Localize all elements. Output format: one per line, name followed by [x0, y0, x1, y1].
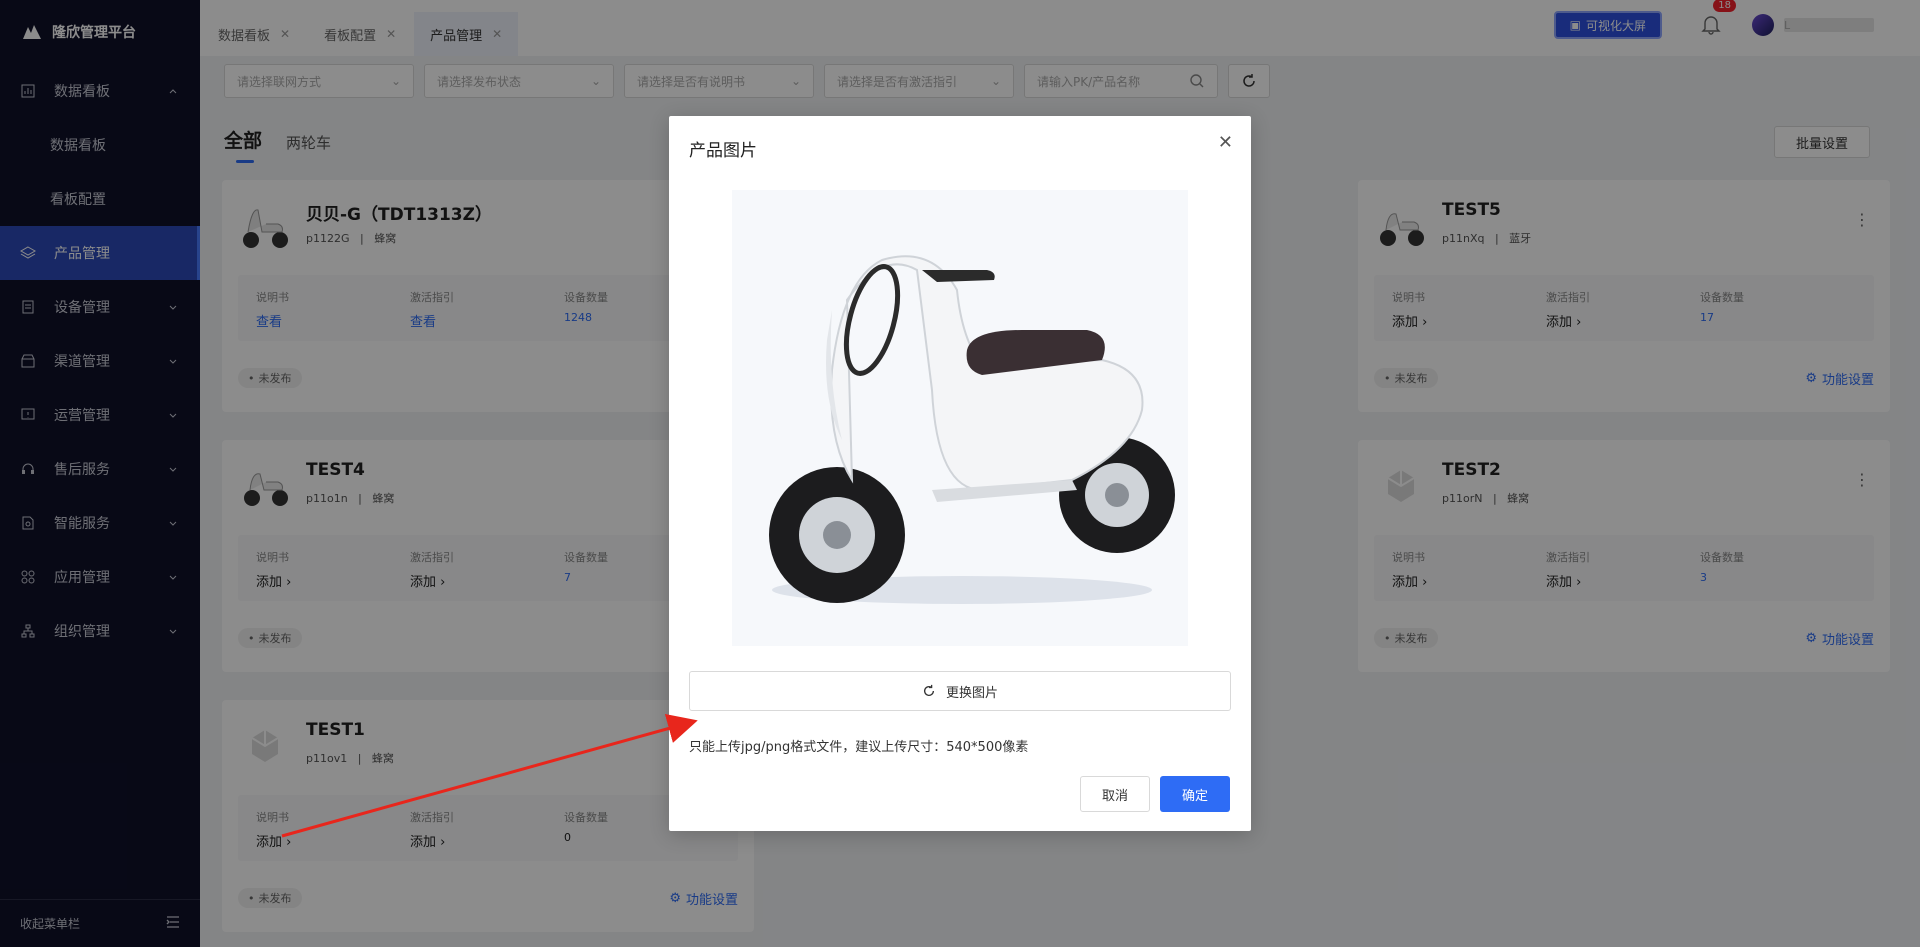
dialog-title: 产品图片	[689, 141, 757, 161]
product-image-preview	[732, 190, 1188, 646]
replace-image-button[interactable]: 更换图片	[689, 671, 1231, 711]
scooter-image	[769, 255, 1175, 604]
upload-hint: 只能上传jpg/png格式文件，建议上传尺寸：540*500像素	[689, 740, 1029, 755]
replace-label: 更换图片	[945, 685, 998, 701]
close-icon[interactable]: ✕	[1218, 132, 1233, 153]
cancel-button[interactable]: 取消	[1080, 776, 1150, 812]
product-image-dialog: 产品图片 ✕ 更换图片 只能上传jpg/png格式文件，建议上传尺寸：540*5…	[669, 116, 1251, 831]
refresh-icon	[923, 684, 935, 697]
confirm-button[interactable]: 确定	[1160, 776, 1230, 812]
